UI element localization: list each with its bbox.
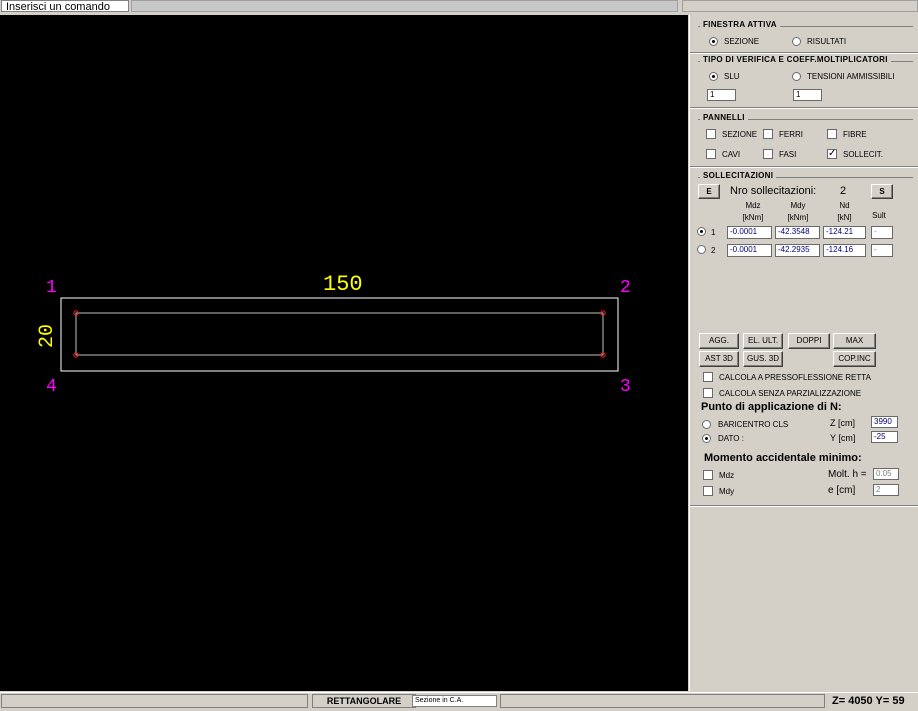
y-input[interactable]: -25 bbox=[871, 431, 898, 443]
radio-dato-label: DATO : bbox=[718, 434, 744, 443]
row-1-radio[interactable] bbox=[697, 227, 706, 236]
row-2-nd[interactable]: -124.16 bbox=[823, 244, 866, 257]
status-section-type: Sezione in C.A. bbox=[412, 695, 497, 707]
finestra-attiva-title: FINESTRA ATTIVA bbox=[700, 20, 780, 29]
radio-sezione-label: SEZIONE bbox=[724, 37, 760, 46]
checkbox-pressoflessione[interactable] bbox=[703, 372, 713, 382]
row-2-radio[interactable] bbox=[697, 245, 706, 254]
corner-label-4: 4 bbox=[46, 377, 57, 397]
checkbox-senza-parz[interactable] bbox=[703, 388, 713, 398]
button-e[interactable]: E bbox=[698, 184, 720, 199]
radio-slu[interactable] bbox=[709, 72, 718, 81]
checkbox-sollecit-label: SOLLECIT. bbox=[843, 150, 884, 159]
radio-baricentro[interactable] bbox=[702, 420, 711, 429]
radio-slu-label: SLU bbox=[724, 72, 740, 81]
copinc-button[interactable]: COP.INC bbox=[833, 351, 876, 367]
radio-risultati[interactable] bbox=[792, 37, 801, 46]
section-drawing: 150 20 1 2 3 4 bbox=[36, 272, 631, 397]
nro-sollecitazioni-label: Nro sollecitazioni: bbox=[730, 185, 817, 197]
command-history bbox=[131, 0, 678, 12]
e-label: e [cm] bbox=[828, 485, 856, 496]
radio-tensioni[interactable] bbox=[792, 72, 801, 81]
pannelli-title: PANNELLI bbox=[700, 113, 748, 122]
agg-button[interactable]: AGG. bbox=[699, 333, 739, 349]
z-input[interactable]: 3990 bbox=[871, 416, 898, 428]
checkbox-sezione[interactable] bbox=[706, 129, 716, 139]
row-1-sult: - bbox=[871, 226, 893, 239]
rebar-inner-line bbox=[75, 312, 604, 356]
checkbox-fibre[interactable] bbox=[827, 129, 837, 139]
row-1-mdy[interactable]: -42.3548 bbox=[775, 226, 820, 239]
col-mdy-unit: [kNm] bbox=[787, 213, 809, 222]
divider bbox=[690, 107, 918, 109]
max-button[interactable]: MAX bbox=[833, 333, 876, 349]
z-label: Z [cm] bbox=[830, 418, 855, 428]
button-s[interactable]: S bbox=[871, 184, 893, 199]
corner-label-1: 1 bbox=[46, 278, 57, 298]
divider bbox=[690, 166, 918, 168]
checkbox-cavi[interactable] bbox=[706, 149, 716, 159]
ast3d-button[interactable]: AST 3D bbox=[699, 351, 739, 367]
checkbox-sezione-label: SEZIONE bbox=[722, 130, 758, 139]
radio-tensioni-label: TENSIONI AMMISSIBILI bbox=[807, 72, 895, 81]
col-mdy-header: Mdy bbox=[790, 201, 806, 210]
radio-dato[interactable] bbox=[702, 434, 711, 443]
doppi-button[interactable]: DOPPI bbox=[788, 333, 830, 349]
dim-height-label: 20 bbox=[36, 324, 59, 348]
row-2-sult: - bbox=[871, 244, 893, 257]
checkbox-mdy[interactable] bbox=[703, 486, 713, 496]
status-pane bbox=[500, 694, 825, 708]
drawing-canvas[interactable]: 150 20 1 2 3 4 bbox=[0, 15, 688, 691]
checkbox-mdy-label: Mdy bbox=[719, 487, 735, 496]
punto-applicazione-title: Punto di applicazione di N: bbox=[701, 401, 842, 413]
row-1-nd[interactable]: -124.21 bbox=[823, 226, 866, 239]
row-2-mdy[interactable]: -42.2935 bbox=[775, 244, 820, 257]
tipo-verifica-title: TIPO DI VERIFICA E COEFF.MOLTIPLICATORI bbox=[700, 55, 891, 64]
properties-panel: FINESTRA ATTIVA SEZIONE RISULTATI TIPO D… bbox=[689, 15, 918, 691]
corner-label-2: 2 bbox=[620, 278, 631, 298]
status-pane bbox=[1, 694, 308, 708]
row-1-mdz[interactable]: -0.0001 bbox=[727, 226, 772, 239]
checkbox-pressoflessione-label: CALCOLA A PRESSOFLESSIONE RETTA bbox=[719, 373, 871, 382]
checkbox-fasi-label: FASI bbox=[779, 150, 797, 159]
checkbox-fibre-label: FIBRE bbox=[843, 130, 867, 139]
checkbox-mdz-label: Mdz bbox=[719, 471, 735, 480]
molt-label: Molt. h = bbox=[828, 469, 867, 480]
checkbox-fasi[interactable] bbox=[763, 149, 773, 159]
checkbox-senza-parz-label: CALCOLA SENZA PARZIALIZZAZIONE bbox=[719, 389, 862, 398]
coeff-tensioni-input[interactable]: 1 bbox=[793, 89, 822, 101]
sollecitazioni-title: SOLLECITAZIONI bbox=[700, 171, 777, 180]
molt-input[interactable]: 0.05 bbox=[873, 468, 899, 480]
checkbox-ferri[interactable] bbox=[763, 129, 773, 139]
col-sult-header: Sult bbox=[872, 211, 886, 220]
coeff-slu-input[interactable]: 1 bbox=[707, 89, 736, 101]
command-input[interactable]: Inserisci un comando bbox=[1, 0, 129, 12]
e-input[interactable]: 2 bbox=[873, 484, 899, 496]
col-nd-unit: [kN] bbox=[837, 213, 852, 222]
dim-width-label: 150 bbox=[323, 272, 363, 297]
el-ult-button[interactable]: EL. ULT. bbox=[743, 333, 783, 349]
nro-sollecitazioni-value: 2 bbox=[840, 185, 847, 197]
status-coords: Z= 4050 Y= 59 bbox=[832, 695, 905, 707]
momento-accidentale-title: Momento accidentale minimo: bbox=[704, 452, 862, 464]
command-bar-right bbox=[682, 0, 918, 12]
section-outline bbox=[60, 297, 619, 372]
checkbox-ferri-label: FERRI bbox=[779, 130, 803, 139]
row-2-index: 2 bbox=[711, 246, 716, 255]
row-1-index: 1 bbox=[711, 228, 716, 237]
gus3d-button[interactable]: GUS. 3D bbox=[743, 351, 783, 367]
divider bbox=[690, 52, 918, 54]
radio-sezione[interactable] bbox=[709, 37, 718, 46]
status-shape: RETTANGOLARE bbox=[312, 694, 416, 708]
row-2-mdz[interactable]: -0.0001 bbox=[727, 244, 772, 257]
checkbox-cavi-label: CAVI bbox=[722, 150, 741, 159]
checkbox-mdz[interactable] bbox=[703, 470, 713, 480]
y-label: Y [cm] bbox=[830, 433, 856, 443]
corner-label-3: 3 bbox=[620, 377, 631, 397]
checkbox-sollecit[interactable]: ✓ bbox=[827, 149, 837, 159]
radio-risultati-label: RISULTATI bbox=[807, 37, 847, 46]
radio-baricentro-label: BARICENTRO CLS bbox=[718, 420, 789, 429]
col-nd-header: Nd bbox=[839, 201, 850, 210]
divider bbox=[690, 505, 918, 507]
